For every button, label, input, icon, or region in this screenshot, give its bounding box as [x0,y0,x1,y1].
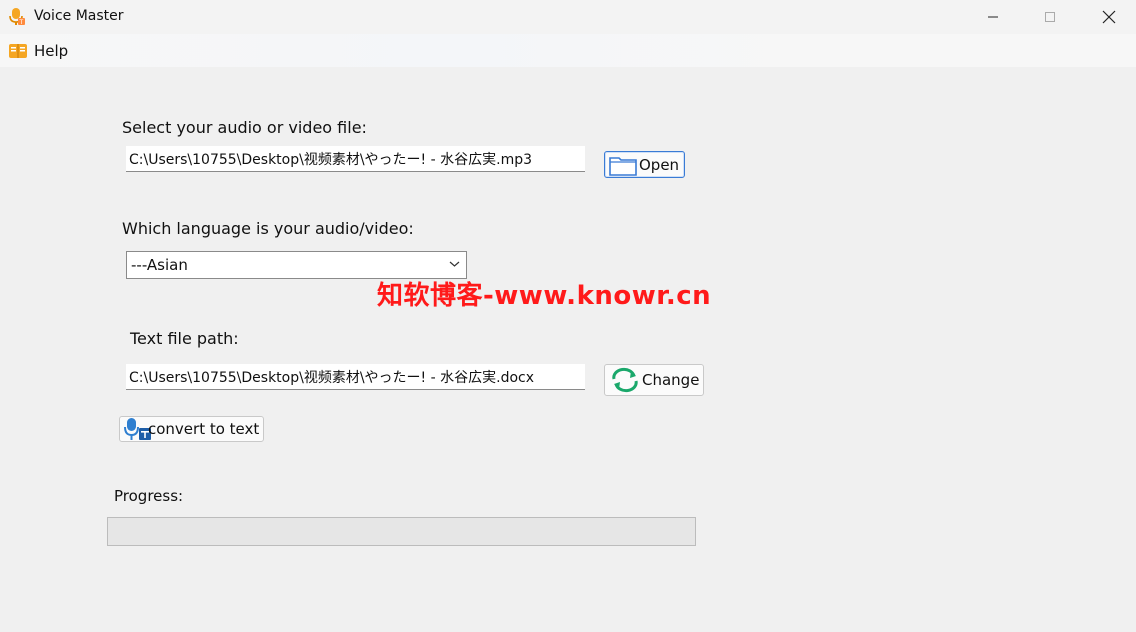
microphone-icon: T [9,8,25,26]
change-button-label: Change [642,371,700,389]
source-file-label: Select your audio or video file: [122,118,367,137]
menu-help-label: Help [34,42,69,60]
convert-button-label: convert to text [148,420,260,438]
menu-help[interactable]: Help [8,40,68,62]
title-bar: T Voice Master [0,0,1136,34]
open-button[interactable]: Open [604,151,685,178]
open-button-label: Open [639,155,680,174]
close-button[interactable] [1086,0,1132,34]
change-button[interactable]: Change [604,364,704,396]
progress-bar [107,517,696,546]
output-path-label: Text file path: [130,329,239,348]
book-icon [9,44,27,58]
window-title: Voice Master [34,8,124,24]
folder-icon [609,156,637,176]
svg-text:T: T [19,19,24,26]
maximize-button[interactable] [1027,0,1073,34]
close-icon [1102,10,1116,24]
refresh-icon [612,367,638,393]
menu-bar: Help [0,34,1136,67]
minimize-icon [988,16,998,18]
progress-label: Progress: [114,487,184,505]
language-label: Which language is your audio/video: [122,219,414,238]
source-file-path-input[interactable]: C:\Users\10755\Desktop\视频素材\やったー! - 水谷広実… [126,146,585,172]
minimize-button[interactable] [970,0,1016,34]
maximize-icon [1045,12,1055,22]
convert-button[interactable]: convert to text [119,416,264,442]
output-path-input[interactable]: C:\Users\10755\Desktop\视频素材\やったー! - 水谷広実… [126,364,585,390]
chevron-down-icon [449,261,460,267]
language-select-value: ---Asian [131,256,188,274]
watermark-text: 知软博客-www.knowr.cn [377,281,712,311]
